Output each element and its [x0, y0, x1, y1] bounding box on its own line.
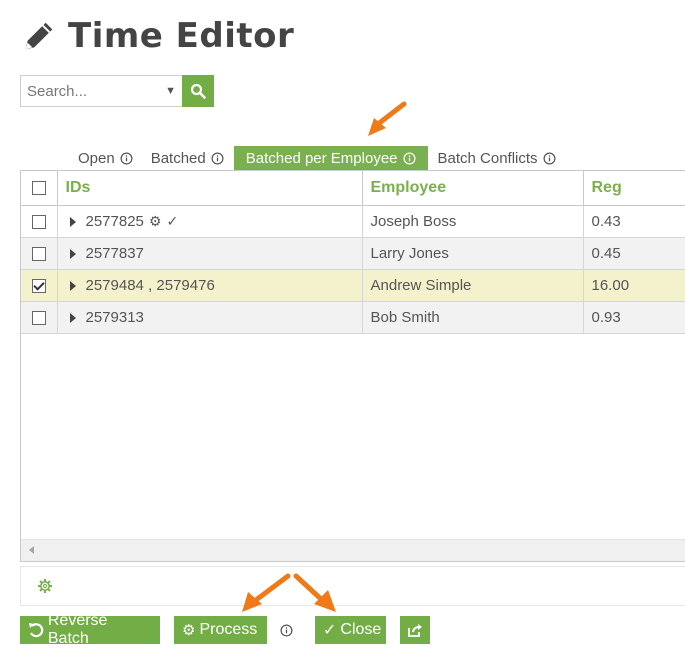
search-button[interactable]	[182, 75, 214, 107]
expand-arrow-icon[interactable]	[69, 248, 76, 259]
info-icon[interactable]	[120, 152, 133, 165]
row-checkbox-cell	[21, 269, 58, 302]
scroll-left-icon[interactable]	[29, 546, 34, 554]
grid-footer	[20, 566, 685, 606]
gears-icon: ⚙	[182, 622, 196, 639]
info-icon[interactable]	[280, 624, 293, 637]
annotation-arrow	[293, 573, 336, 612]
table-row[interactable]: 2577837 Larry Jones 0.45	[21, 237, 685, 270]
process-button[interactable]: ⚙ Process	[174, 616, 267, 644]
info-icon[interactable]	[403, 152, 416, 165]
tab-batched-per-employee[interactable]: Batched per Employee	[233, 146, 428, 170]
row-checkbox-cell	[21, 205, 58, 238]
annotation-arrow	[242, 573, 291, 612]
reg-cell: 0.43	[583, 205, 685, 238]
reverse-batch-button[interactable]: Reverse Batch	[20, 612, 160, 647]
tab-open[interactable]: Open	[70, 146, 141, 170]
info-icon[interactable]	[543, 152, 556, 165]
ids-cell: 2579484 , 2579476	[57, 269, 363, 302]
tab-batch-conflicts[interactable]: Batch Conflicts	[430, 146, 564, 170]
employee-cell: Bob Smith	[362, 301, 584, 334]
button-label: Reverse Batch	[47, 612, 108, 647]
export-button[interactable]	[400, 616, 430, 644]
table-row[interactable]: 2579313 Bob Smith 0.93	[21, 301, 685, 334]
search-bar: Search... ▼	[20, 75, 214, 107]
tab-label: Open	[78, 149, 115, 167]
column-header-reg[interactable]: Reg	[583, 171, 685, 206]
reg-cell: 0.45	[583, 237, 685, 270]
gears-icon: ⚙	[148, 212, 162, 229]
ids-value: 2579484 , 2579476	[85, 276, 215, 294]
table-header-row: IDs Employee Reg	[21, 171, 685, 206]
ids-cell: 2579313	[57, 301, 363, 334]
annotation-arrow	[368, 101, 407, 136]
employee-cell: Larry Jones	[362, 237, 584, 270]
table-row[interactable]: 2577825 ⚙ ✓ Joseph Boss 0.43	[21, 205, 685, 238]
expand-arrow-icon[interactable]	[69, 280, 76, 291]
tab-batched[interactable]: Batched	[143, 146, 232, 170]
info-icon[interactable]	[211, 152, 224, 165]
button-label: Close	[340, 621, 382, 638]
check-icon: ✓	[323, 622, 337, 639]
reg-cell: 0.93	[583, 301, 685, 334]
column-header-employee[interactable]: Employee	[362, 171, 584, 206]
chevron-down-icon[interactable]: ▼	[165, 85, 176, 97]
ids-cell: 2577825 ⚙ ✓	[57, 205, 363, 238]
pencil-icon	[25, 22, 53, 50]
tab-label: Batch Conflicts	[437, 149, 538, 167]
row-checkbox-cell	[21, 301, 58, 334]
ids-value: 2577837	[85, 244, 144, 262]
ids-value: 2577825	[85, 212, 144, 230]
table-row[interactable]: 2579484 , 2579476 Andrew Simple 16.00	[21, 269, 685, 302]
reg-cell: 16.00	[583, 269, 685, 302]
tab-bar: Open Batched Batched per Employee Batch …	[70, 146, 566, 170]
settings-gear-icon[interactable]	[37, 578, 53, 594]
close-button[interactable]: ✓ Close	[315, 616, 386, 644]
select-all-checkbox[interactable]	[31, 180, 46, 195]
row-checkbox-cell	[21, 237, 58, 270]
share-icon	[408, 624, 422, 637]
search-input[interactable]: Search... ▼	[20, 75, 182, 107]
search-placeholder: Search...	[27, 82, 88, 100]
data-grid: IDs Employee Reg 2577825 ⚙ ✓ Joseph Boss 0…	[20, 170, 685, 562]
horizontal-scrollbar[interactable]	[21, 539, 685, 561]
ids-value: 2579313	[85, 308, 144, 326]
row-checkbox[interactable]	[31, 214, 46, 229]
row-checkbox[interactable]	[31, 310, 46, 325]
tab-label: Batched	[150, 149, 206, 167]
employee-cell: Andrew Simple	[362, 269, 584, 302]
employee-cell: Joseph Boss	[362, 205, 584, 238]
check-icon: ✓	[166, 212, 179, 229]
row-checkbox[interactable]	[31, 246, 46, 261]
column-header-ids[interactable]: IDs	[57, 171, 363, 206]
row-checkbox[interactable]	[31, 278, 46, 293]
tab-label: Batched per Employee	[245, 149, 398, 167]
search-icon	[190, 83, 206, 99]
expand-arrow-icon[interactable]	[69, 216, 76, 227]
batch-table: IDs Employee Reg 2577825 ⚙ ✓ Joseph Boss 0…	[21, 171, 685, 334]
ids-cell: 2577837	[57, 237, 363, 270]
page-title: Time Editor	[68, 16, 295, 56]
select-all-cell	[21, 171, 58, 206]
page-header: Time Editor	[20, 16, 294, 56]
undo-icon	[28, 623, 44, 638]
button-label: Process	[199, 621, 258, 638]
expand-arrow-icon[interactable]	[69, 312, 76, 323]
